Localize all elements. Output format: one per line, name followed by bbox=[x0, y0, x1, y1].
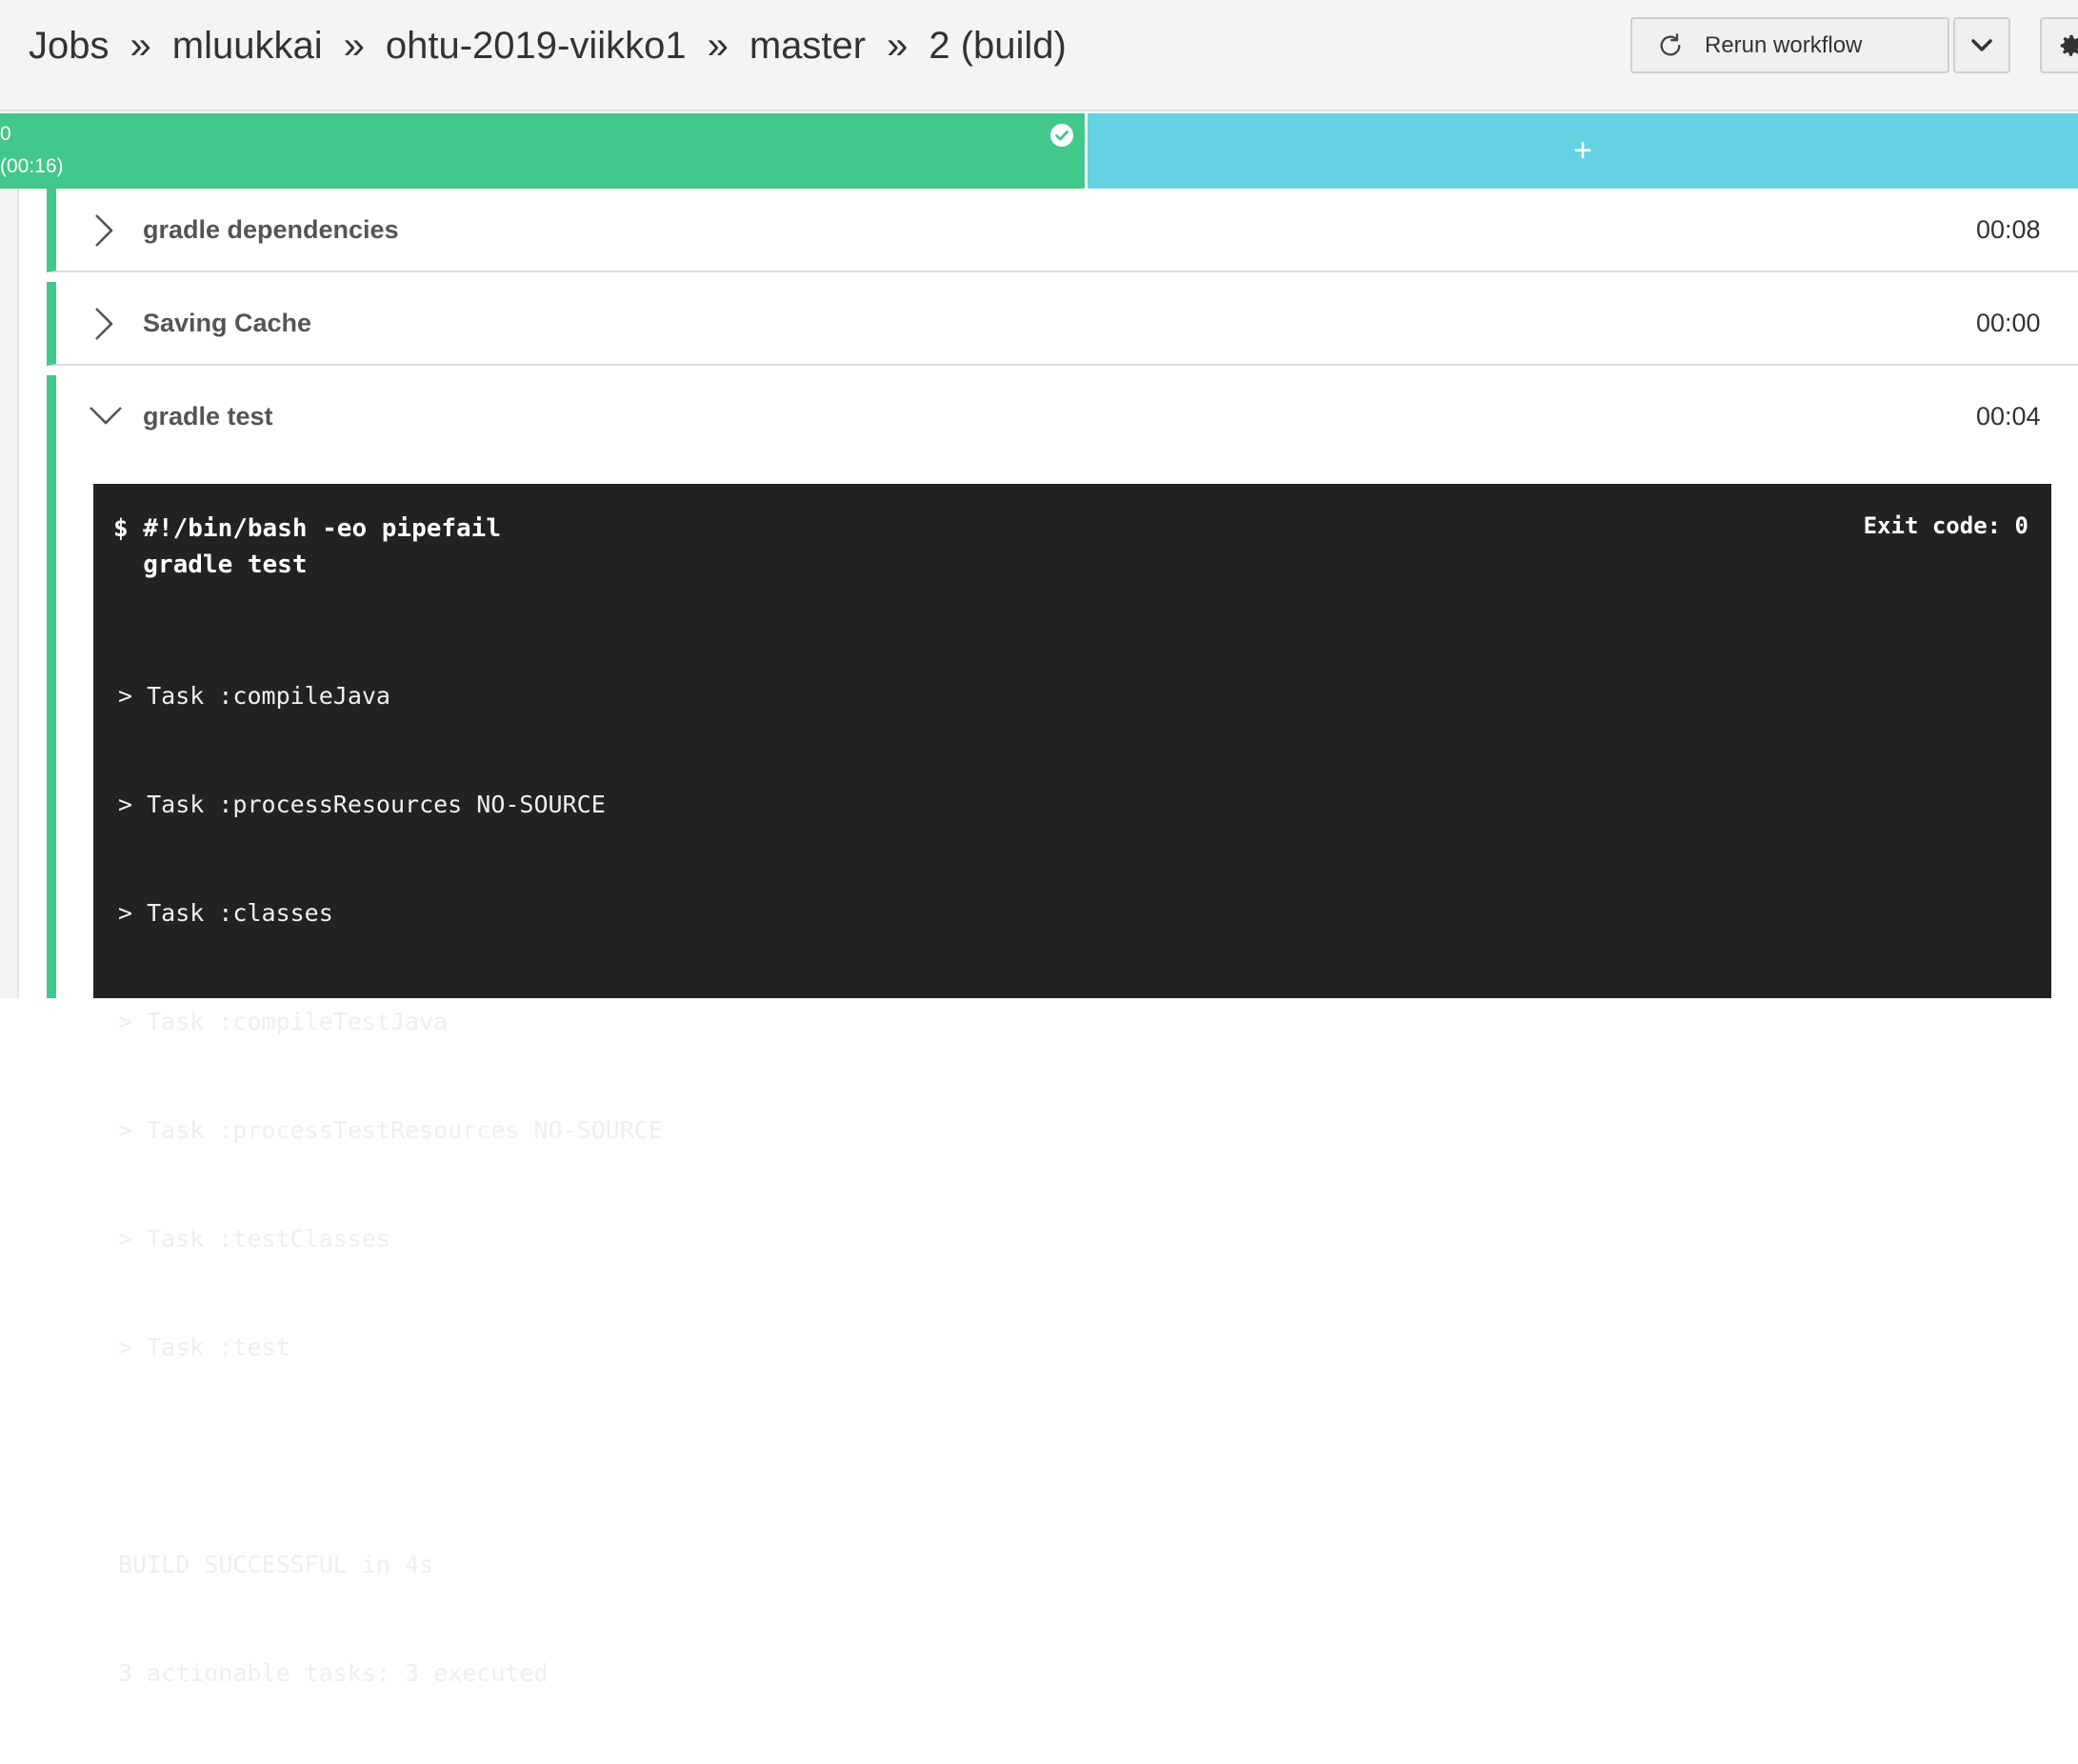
step-name: gradle dependencies bbox=[143, 214, 399, 244]
rerun-options-dropdown[interactable] bbox=[1953, 17, 2010, 73]
step-header[interactable]: gradle test 00:04 bbox=[56, 375, 2078, 457]
step-saving-cache[interactable]: Saving Cache 00:00 bbox=[47, 282, 2078, 366]
terminal-output: $ #!/bin/bash -eo pipefail gradle test E… bbox=[93, 484, 2051, 1687]
step-name: gradle test bbox=[143, 401, 273, 431]
chevron-down-icon bbox=[1971, 38, 1992, 51]
breadcrumb-jobs[interactable]: Jobs bbox=[29, 25, 110, 68]
breadcrumb-user[interactable]: mluukkai bbox=[172, 25, 323, 68]
breadcrumb-separator: » bbox=[130, 24, 151, 67]
settings-button[interactable] bbox=[2040, 17, 2078, 73]
parallel-run-0[interactable]: 0 (00:16) bbox=[0, 113, 1085, 189]
step-duration: 00:04 bbox=[1976, 401, 2041, 431]
output-line: > Task :processResources NO-SOURCE bbox=[118, 791, 606, 818]
breadcrumb-separator: » bbox=[343, 24, 365, 67]
rerun-workflow-label: Rerun workflow bbox=[1705, 31, 1863, 58]
run-duration: (00:16) bbox=[0, 155, 64, 177]
output-line: > Task :testClasses bbox=[118, 1225, 390, 1253]
chevron-right-icon bbox=[89, 213, 123, 248]
exit-code: Exit code: 0 bbox=[1863, 512, 2028, 539]
step-gradle-dependencies[interactable]: gradle dependencies 00:08 bbox=[47, 189, 2078, 272]
output-line: BUILD SUCCESSFUL in 4s bbox=[118, 1551, 434, 1578]
rerun-workflow-button[interactable]: Rerun workflow bbox=[1630, 17, 1949, 73]
left-rail bbox=[0, 189, 19, 998]
run-index: 0 bbox=[0, 123, 11, 145]
gear-icon bbox=[2060, 34, 2078, 56]
parallel-runs-bar: 0 (00:16) + bbox=[0, 113, 2078, 189]
step-header[interactable]: Saving Cache 00:00 bbox=[56, 282, 2078, 364]
chevron-right-icon bbox=[89, 307, 123, 341]
output-log: > Task :compileJava > Task :processResou… bbox=[118, 606, 663, 1764]
command-line: $ #!/bin/bash -eo pipefail bbox=[113, 514, 501, 543]
output-line: > Task :processTestResources NO-SOURCE bbox=[118, 1116, 663, 1144]
breadcrumb-project[interactable]: ohtu-2019-viikko1 bbox=[386, 25, 687, 68]
add-parallel-run-button[interactable]: + bbox=[1088, 113, 2078, 189]
breadcrumb-separator: » bbox=[707, 24, 729, 67]
breadcrumb-separator: » bbox=[887, 24, 909, 67]
refresh-icon bbox=[1660, 32, 1681, 55]
chevron-down-icon bbox=[89, 400, 123, 434]
step-duration: 00:00 bbox=[1976, 308, 2041, 337]
breadcrumb-build: 2 (build) bbox=[929, 24, 1067, 67]
step-duration: 00:08 bbox=[1976, 214, 2041, 244]
plus-icon: + bbox=[1573, 132, 1592, 169]
step-name: Saving Cache bbox=[143, 308, 312, 337]
command: $ #!/bin/bash -eo pipefail gradle test bbox=[113, 511, 501, 583]
output-line: > Task :classes bbox=[118, 899, 333, 927]
output-line: > Task :test bbox=[118, 1333, 290, 1361]
breadcrumb: Jobs » mluukkai » ohtu-2019-viikko1 » ma… bbox=[29, 0, 1067, 91]
command-line: gradle test bbox=[113, 551, 308, 579]
output-line: > Task :compileTestJava bbox=[118, 1008, 449, 1035]
breadcrumb-branch[interactable]: master bbox=[749, 25, 866, 68]
output-line: > Task :compileJava bbox=[118, 682, 390, 710]
step-header[interactable]: gradle dependencies 00:08 bbox=[56, 189, 2078, 271]
output-line: 3 actionable tasks: 3 executed bbox=[118, 1659, 549, 1687]
check-circle-icon bbox=[1050, 124, 1073, 147]
page-header: Jobs » mluukkai » ohtu-2019-viikko1 » ma… bbox=[0, 0, 2078, 111]
